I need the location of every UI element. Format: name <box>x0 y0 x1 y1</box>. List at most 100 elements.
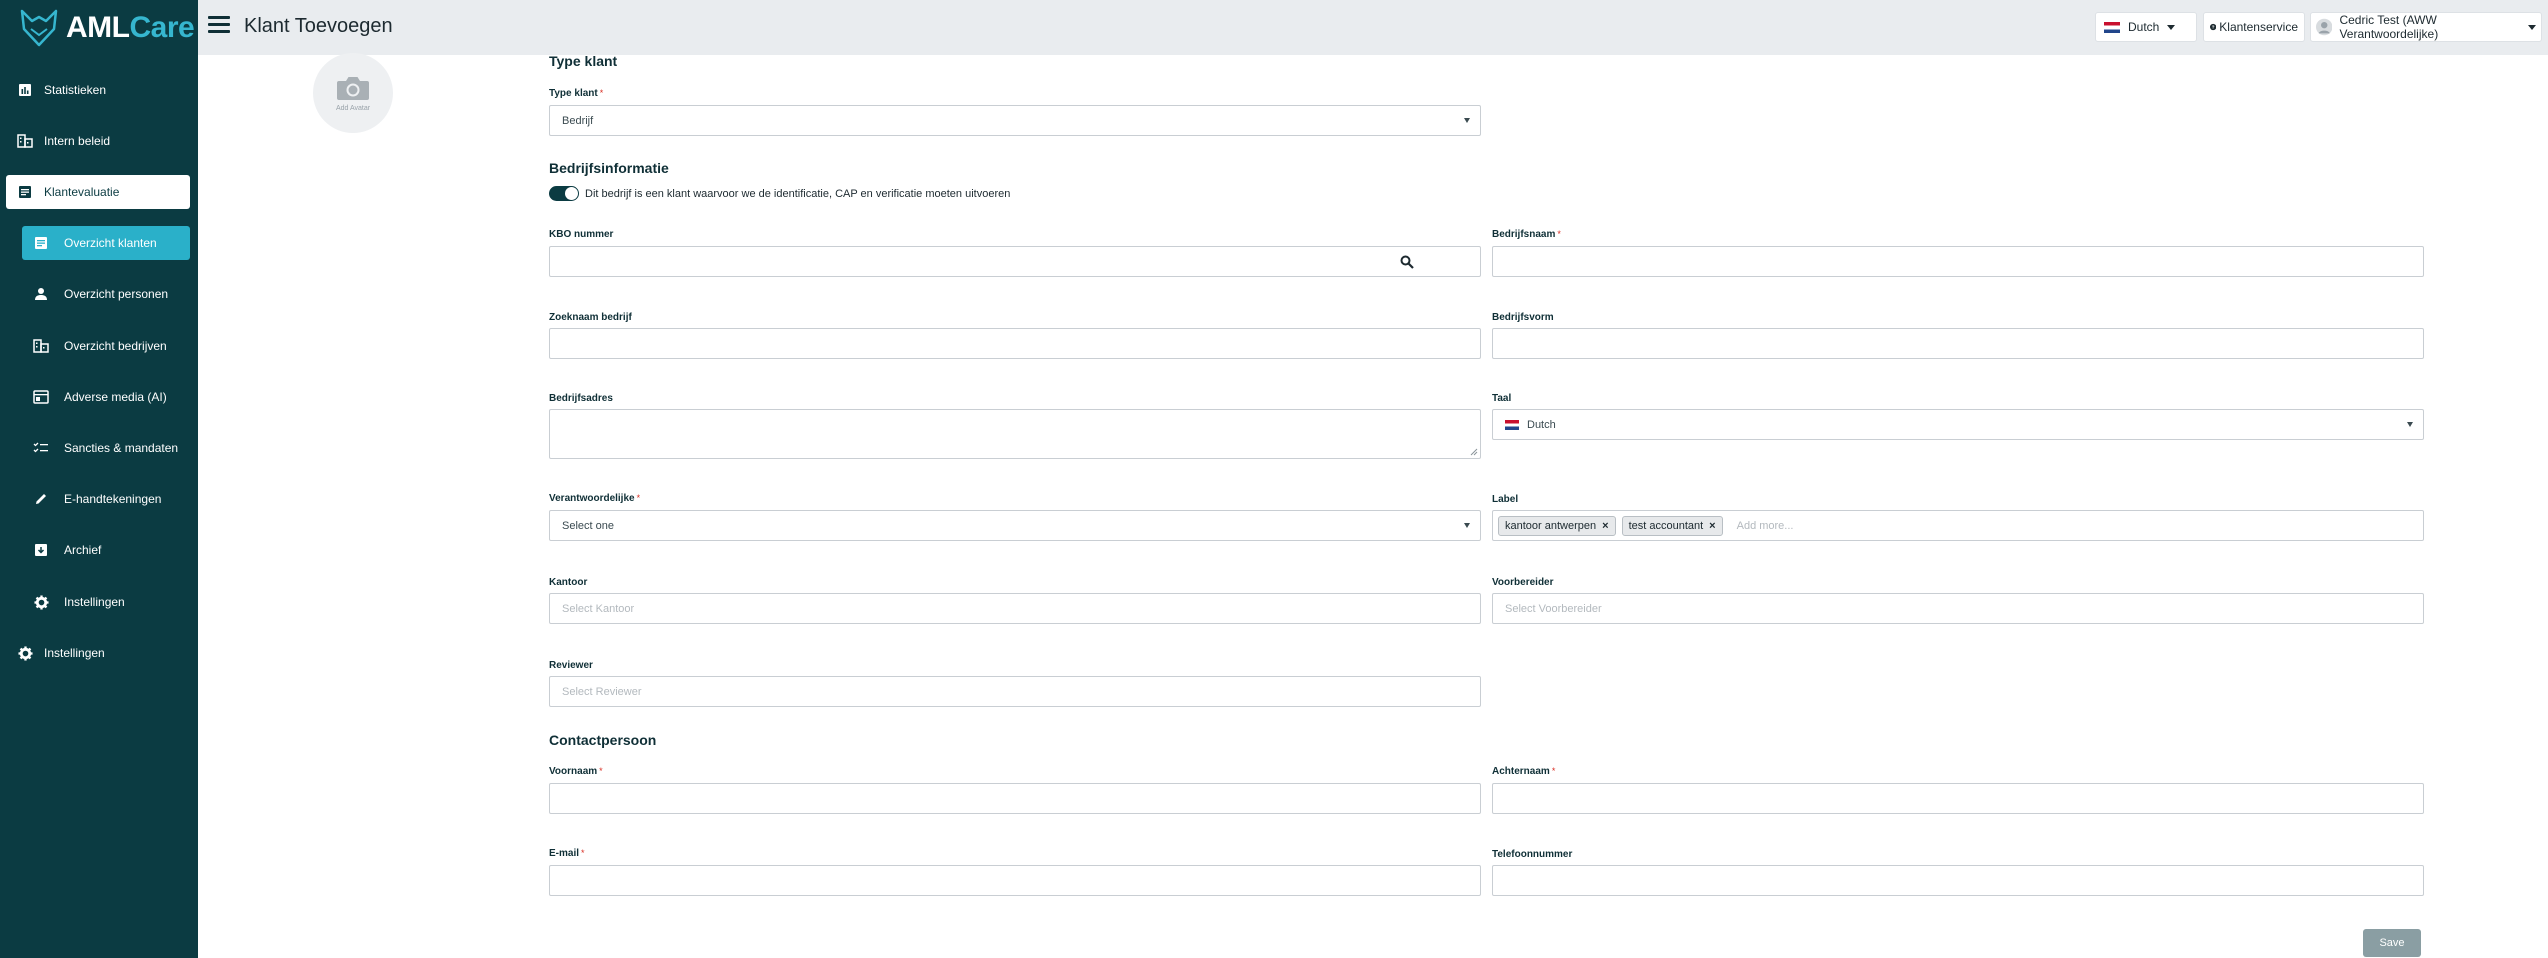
label-tags-input[interactable]: kantoor antwerpen × test accountant × Add … <box>1492 510 2424 541</box>
type-klant-select[interactable]: Bedrijf <box>549 105 1481 136</box>
brand-name: AMLCare <box>66 11 195 44</box>
sidebar-item-overzicht-personen[interactable]: Overzicht personen <box>22 277 190 311</box>
telefoon-label: Telefoonnummer <box>1492 849 1573 860</box>
bedrijfsnaam-input[interactable] <box>1492 246 2424 277</box>
sidebar-item-statistieken[interactable]: Statistieken <box>6 73 190 107</box>
kbo-label: KBO nummer <box>549 229 614 240</box>
building-icon <box>16 132 34 150</box>
caret-down-icon <box>1464 523 1470 528</box>
caret-down-icon <box>2407 422 2413 427</box>
sidebar-item-label: Instellingen <box>64 595 125 609</box>
remove-tag-icon[interactable]: × <box>1602 520 1608 532</box>
sidebar-item-label: Overzicht personen <box>64 287 169 301</box>
archive-icon <box>32 541 50 559</box>
dutch-flag-icon <box>1505 419 1519 430</box>
kbo-input[interactable] <box>549 246 1481 277</box>
bedrijfsvorm-input[interactable] <box>1492 328 2424 359</box>
taal-label: Taal <box>1492 393 1512 404</box>
sidebar-item-label: Adverse media (AI) <box>64 390 167 404</box>
verantwoordelijke-select[interactable]: Select one <box>549 510 1481 541</box>
top-bar: Klant Toevoegen Dutch ? Klantenservice C… <box>198 0 2548 55</box>
sidebar-item-instellingen[interactable]: Instellingen <box>6 636 190 670</box>
sidebar-item-label: Overzicht klanten <box>64 236 157 250</box>
sidebar-item-label: Intern beleid <box>44 134 111 148</box>
reviewer-label: Reviewer <box>549 660 593 671</box>
sidebar-item-klantevaluatie[interactable]: Klantevaluatie <box>6 175 190 209</box>
achternaam-input[interactable] <box>1492 783 2424 814</box>
sidebar-item-instellingen-sub[interactable]: Instellingen <box>22 585 190 619</box>
add-more-placeholder[interactable]: Add more... <box>1737 520 1794 532</box>
achternaam-label: Achternaam * <box>1492 766 1556 777</box>
bedrijfsadres-label: Bedrijfsadres <box>549 393 613 404</box>
bedrijfsnaam-label: Bedrijfsnaam * <box>1492 229 1561 240</box>
bedrijfsadres-textarea[interactable] <box>549 409 1481 459</box>
identification-toggle[interactable] <box>549 186 579 201</box>
zoeknaam-label: Zoeknaam bedrijf <box>549 312 632 323</box>
remove-tag-icon[interactable]: × <box>1709 520 1715 532</box>
email-label: E-mail * <box>549 848 585 859</box>
sidebar-item-label: Sancties & mandaten <box>64 441 179 455</box>
section-type-klant: Type klant <box>549 53 618 69</box>
language-label: Dutch <box>2128 20 2160 34</box>
person-icon <box>32 285 50 303</box>
sidebar-item-label: Overzicht bedrijven <box>64 339 167 353</box>
sidebar-item-sancties[interactable]: Sancties & mandaten <box>22 431 190 465</box>
caret-down-icon <box>1464 118 1470 123</box>
sidebar-item-label: Statistieken <box>44 83 107 97</box>
section-contactpersoon: Contactpersoon <box>549 732 657 748</box>
sidebar-item-label: Instellingen <box>44 646 105 660</box>
telefoon-input[interactable] <box>1492 865 2424 896</box>
bedrijfsvorm-label: Bedrijfsvorm <box>1492 312 1554 323</box>
label-label: Label <box>1492 494 1519 505</box>
sidebar-item-overzicht-bedrijven[interactable]: Overzicht bedrijven <box>22 329 190 363</box>
taal-select[interactable]: Dutch <box>1492 409 2424 440</box>
tag-label: test accountant <box>1628 519 1704 532</box>
save-button[interactable]: Save <box>2363 929 2421 957</box>
identification-toggle-text: Dit bedrijf is een klant waarvoor we de … <box>585 188 1011 200</box>
user-name: Cedric Test (AWW Verantwoordelijke) <box>2339 13 2439 41</box>
sidebar-item-archief[interactable]: Archief <box>22 533 190 567</box>
voornaam-label: Voornaam * <box>549 766 603 777</box>
zoeknaam-input[interactable] <box>549 328 1481 359</box>
caret-down-icon <box>2167 24 2176 30</box>
document-icon <box>16 183 34 201</box>
tag-chip: kantoor antwerpen × <box>1498 515 1616 536</box>
sidebar-item-overzicht-klanten[interactable]: Overzicht klanten <box>22 226 190 260</box>
media-icon <box>32 388 50 406</box>
voorbereider-label: Voorbereider <box>1492 577 1554 588</box>
voornaam-input[interactable] <box>549 783 1481 814</box>
checklist-icon <box>32 439 50 457</box>
sidebar-item-label: E-handtekeningen <box>64 492 162 506</box>
reviewer-select[interactable]: Select Reviewer <box>549 676 1481 707</box>
search-icon[interactable] <box>1400 255 1414 269</box>
support-button[interactable]: ? Klantenservice <box>2203 12 2305 42</box>
sidebar-item-e-handtekeningen[interactable]: E-handtekeningen <box>22 482 190 516</box>
caret-down-icon <box>2528 24 2536 30</box>
avatar-upload[interactable]: Add Avatar <box>313 53 393 133</box>
sidebar-item-adverse-media[interactable]: Adverse media (AI) <box>22 380 190 414</box>
document-icon <box>32 234 50 252</box>
verantwoordelijke-label: Verantwoordelijke * <box>549 493 641 504</box>
language-selector[interactable]: Dutch <box>2095 12 2197 42</box>
kantoor-label: Kantoor <box>549 577 588 588</box>
sidebar-item-label: Archief <box>64 543 102 557</box>
gear-icon <box>32 593 50 611</box>
sidebar-item-label: Klantevaluatie <box>44 185 120 199</box>
sidebar-item-intern-beleid[interactable]: Intern beleid <box>6 124 190 158</box>
resize-handle-icon[interactable] <box>1470 448 1478 456</box>
pen-icon <box>32 490 50 508</box>
user-avatar-icon <box>2316 18 2333 36</box>
user-menu[interactable]: Cedric Test (AWW Verantwoordelijke) <box>2310 12 2542 42</box>
camera-icon <box>337 76 369 100</box>
support-label: Klantenservice <box>2219 20 2298 34</box>
type-klant-value: Bedrijf <box>562 114 594 127</box>
email-input[interactable] <box>549 865 1481 896</box>
chart-icon <box>16 81 34 99</box>
logo[interactable]: AMLCare <box>16 2 195 54</box>
verantwoordelijke-value: Select one <box>562 519 614 532</box>
kantoor-select[interactable]: Select Kantoor <box>549 593 1481 624</box>
voorbereider-select[interactable]: Select Voorbereider <box>1492 593 2424 624</box>
tag-label: kantoor antwerpen <box>1505 519 1597 532</box>
svg-text:?: ? <box>2212 25 2215 30</box>
hamburger-menu-icon[interactable] <box>208 16 230 34</box>
